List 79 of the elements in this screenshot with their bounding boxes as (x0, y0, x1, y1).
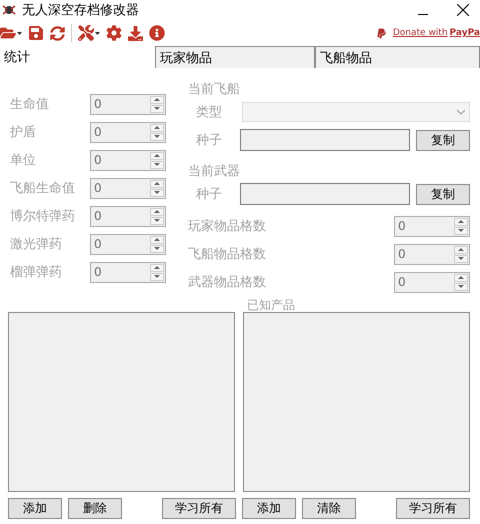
close-icon (457, 4, 469, 16)
spin-down-button[interactable] (150, 244, 164, 252)
field-label: 单位 (10, 152, 37, 169)
up-arrow-icon (154, 126, 160, 129)
up-arrow-icon (458, 276, 464, 279)
up-arrow-icon (154, 210, 160, 213)
group-title: 当前武器 (188, 163, 241, 180)
up-arrow-icon (154, 154, 160, 157)
field-label: 激光弹药 (10, 236, 63, 253)
up-arrow-icon (154, 266, 160, 269)
field-label: 种子 (195, 186, 223, 203)
field-label: 护盾 (10, 124, 37, 141)
caret-icon (95, 32, 100, 34)
spin-down-button[interactable] (150, 160, 164, 168)
down-arrow-icon (154, 191, 160, 194)
down-arrow-icon (458, 257, 464, 260)
down-arrow-icon (458, 285, 464, 288)
donate-link[interactable]: Donate with PayPa (392, 28, 480, 38)
spin-up-button[interactable] (150, 236, 164, 244)
field-label: 种子 (195, 132, 223, 149)
download-icon (128, 26, 143, 40)
caret-icon (17, 32, 22, 34)
down-arrow-icon (458, 229, 464, 232)
group-title: 当前飞船 (188, 81, 241, 98)
down-arrow-icon (154, 247, 160, 250)
tab[interactable]: 飞船物品 (315, 46, 480, 68)
open-button[interactable] (0, 25, 22, 41)
spin-down-button[interactable] (454, 226, 468, 234)
spin-up-button[interactable] (454, 218, 468, 226)
group-title: 已知产品 (247, 298, 295, 312)
field-label: 玩家物品格数 (188, 218, 266, 235)
down-arrow-icon (154, 107, 160, 110)
refresh-icon (50, 26, 65, 40)
download-button[interactable] (128, 26, 143, 40)
up-arrow-icon (154, 238, 160, 241)
up-arrow-icon (458, 248, 464, 251)
info-icon (149, 25, 165, 41)
spin-up-button[interactable] (454, 246, 468, 254)
folder-icon (0, 25, 16, 41)
tab[interactable]: 玩家物品 (155, 46, 315, 68)
spin-down-button[interactable] (150, 104, 164, 112)
spin-up-button[interactable] (150, 264, 164, 272)
chevron-down-icon (457, 110, 465, 114)
paypal-icon (376, 28, 387, 38)
spin-up-button[interactable] (150, 152, 164, 160)
down-arrow-icon (154, 219, 160, 222)
up-arrow-icon (154, 182, 160, 185)
info-button[interactable] (149, 25, 165, 41)
down-arrow-icon (154, 275, 160, 278)
field-label: 武器物品格数 (188, 274, 266, 291)
spin-down-button[interactable] (454, 254, 468, 262)
spin-up-button[interactable] (454, 274, 468, 282)
spin-up-button[interactable] (150, 124, 164, 132)
spin-up-button[interactable] (150, 180, 164, 188)
spin-down-button[interactable] (150, 216, 164, 224)
spin-down-button[interactable] (150, 272, 164, 280)
spin-down-button[interactable] (150, 132, 164, 140)
field-label: 飞船生命值 (10, 180, 76, 197)
field-label: 博尔特弹药 (10, 208, 76, 225)
field-label: 类型 (195, 104, 223, 121)
spin-down-button[interactable] (150, 188, 164, 196)
tools-icon (78, 25, 94, 41)
up-arrow-icon (154, 98, 160, 101)
spin-up-button[interactable] (150, 208, 164, 216)
settings-button[interactable] (106, 25, 122, 41)
save-button[interactable] (28, 25, 44, 41)
field-label: 榴弹弹药 (10, 264, 63, 281)
settings-icon (106, 25, 122, 41)
spin-down-button[interactable] (454, 282, 468, 290)
window-title: 无人深空存档修改器 (22, 2, 140, 19)
down-arrow-icon (154, 163, 160, 166)
refresh-button[interactable] (50, 26, 65, 40)
field-label: 生命值 (10, 96, 50, 113)
field-label: 飞船物品格数 (188, 246, 266, 263)
tools-button[interactable] (78, 25, 100, 41)
down-arrow-icon (154, 135, 160, 138)
up-arrow-icon (458, 220, 464, 223)
app-icon (2, 3, 16, 17)
spin-up-button[interactable] (150, 96, 164, 104)
